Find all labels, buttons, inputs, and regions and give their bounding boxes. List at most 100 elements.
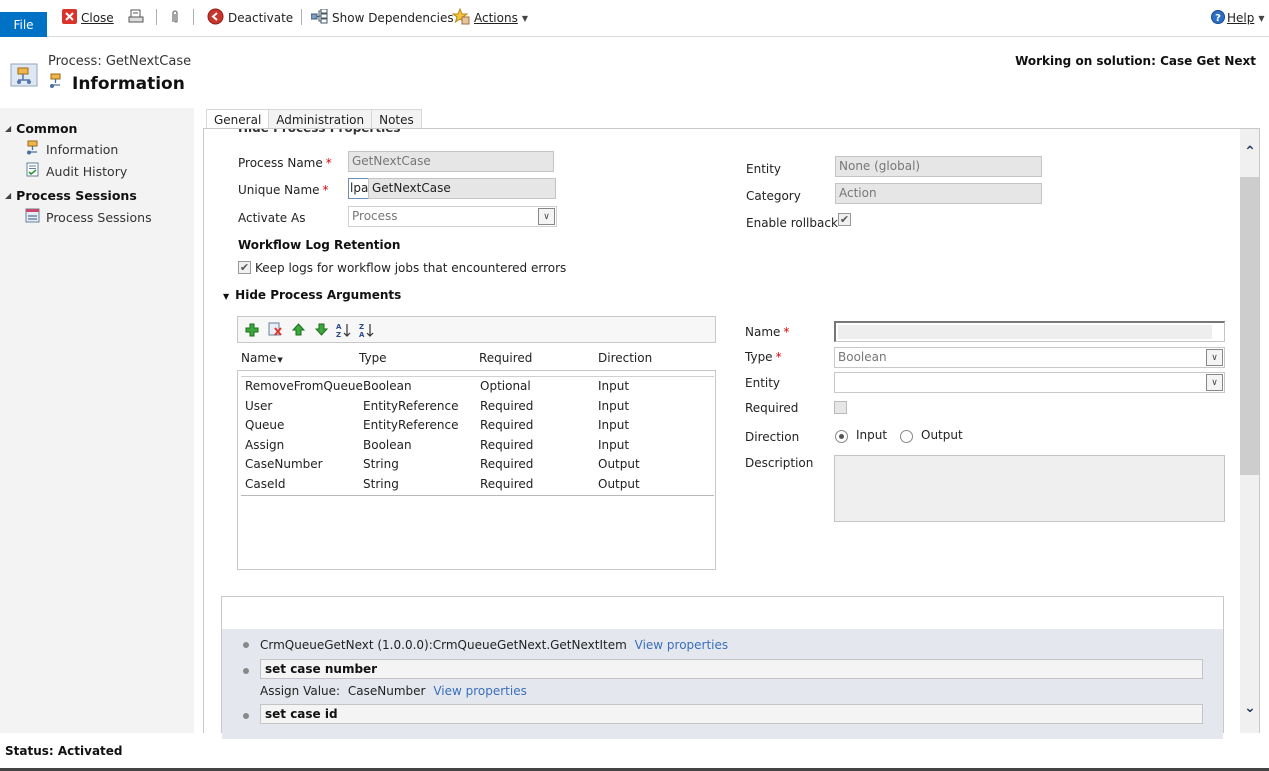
process-arguments-title: Hide Process Arguments	[235, 288, 402, 302]
direction-output-label: Output	[921, 428, 963, 442]
view-properties-link[interactable]: View properties	[433, 684, 527, 698]
process-sessions-icon	[25, 208, 40, 226]
add-argument-icon[interactable]	[244, 322, 260, 338]
arg-entity-select[interactable]: ∨	[834, 372, 1225, 393]
tab-general[interactable]: General	[206, 109, 270, 129]
deactivate-button[interactable]: Deactivate	[207, 8, 293, 28]
vertical-scrollbar[interactable]: ⌃ ⌄	[1240, 129, 1259, 733]
cell-type: String	[363, 457, 399, 471]
activate-as-value: Process	[352, 209, 398, 223]
close-button[interactable]: Close	[62, 8, 114, 28]
arg-description-textarea[interactable]	[834, 455, 1225, 522]
scroll-down-icon[interactable]: ⌄	[1243, 701, 1257, 715]
form-tabs: General Administration Notes	[206, 109, 422, 129]
show-dependencies-button[interactable]: Show Dependencies	[310, 8, 454, 28]
column-header-required[interactable]: Required	[479, 351, 532, 365]
print-icon	[128, 9, 144, 27]
arguments-toolbar: AZ ZA	[237, 316, 716, 343]
enable-rollback-checkbox[interactable]: ✔	[838, 213, 851, 226]
move-up-icon[interactable]	[290, 322, 306, 338]
scroll-up-icon[interactable]: ⌃	[1243, 145, 1257, 159]
step-get-next-item: CrmQueueGetNext (1.0.0.0):CrmQueueGetNex…	[260, 638, 728, 652]
table-row[interactable]: Queue EntityReference Required Input	[241, 416, 714, 436]
sort-ascending-icon[interactable]: AZ	[336, 322, 352, 338]
cell-direction: Output	[598, 457, 640, 471]
page-title: Information	[48, 73, 185, 94]
arg-name-input[interactable]	[834, 321, 1225, 342]
separator	[301, 9, 302, 25]
chevron-down-icon: ▼	[521, 13, 528, 23]
svg-text:A: A	[336, 323, 342, 331]
unique-name-field[interactable]: GetNextCase	[368, 178, 556, 199]
assign-value: CaseNumber	[347, 684, 426, 698]
arg-type-select[interactable]: Boolean ∨	[834, 347, 1225, 368]
print-button[interactable]	[128, 8, 148, 28]
direction-output-radio[interactable]	[900, 430, 913, 443]
actions-label: Actions	[474, 11, 518, 25]
file-button[interactable]: File	[0, 12, 47, 37]
step-set-case-id[interactable]: set case id	[260, 704, 1203, 724]
delete-argument-icon[interactable]	[267, 322, 283, 338]
cell-type: Boolean	[363, 379, 412, 393]
svg-text:Z: Z	[359, 323, 364, 331]
enable-rollback-label: Enable rollback	[746, 216, 838, 230]
process-properties-section-title[interactable]: Hide Process Properties	[238, 129, 400, 135]
table-row[interactable]: CaseNumber String Required Output	[241, 455, 714, 475]
category-label: Category	[746, 189, 801, 203]
column-header-type[interactable]: Type	[359, 351, 387, 365]
cell-name: User	[245, 398, 273, 413]
keep-logs-label: Keep logs for workflow jobs that encount…	[255, 261, 567, 275]
cell-type: EntityReference	[363, 418, 459, 432]
nav-group-common[interactable]: ◢ Common	[5, 121, 77, 136]
step-set-case-number[interactable]: set case number	[260, 659, 1203, 679]
column-header-direction[interactable]: Direction	[598, 351, 652, 365]
actions-button[interactable]: Actions ▼	[451, 7, 528, 28]
process-name-label: Process Name *	[238, 156, 332, 170]
nav-group-process-sessions[interactable]: ◢ Process Sessions	[5, 188, 137, 203]
table-row[interactable]: User EntityReference Required Input	[241, 397, 714, 417]
required-indicator: *	[325, 156, 332, 170]
category-field[interactable]: Action	[835, 183, 1042, 204]
unique-name-prefix[interactable]: lpa_	[348, 178, 369, 199]
tab-administration[interactable]: Administration	[268, 109, 373, 129]
column-header-name[interactable]: Name▼	[241, 351, 283, 365]
tab-notes[interactable]: Notes	[371, 109, 422, 129]
chevron-down-icon: ▼	[1258, 13, 1265, 23]
cell-name: Assign	[245, 437, 285, 452]
cell-type: Boolean	[363, 437, 412, 452]
nav-item-audit-history[interactable]: Audit History	[25, 162, 127, 180]
direction-input-radio[interactable]	[835, 430, 848, 443]
table-row[interactable]: Assign Boolean Required Input	[241, 436, 714, 456]
arg-required-checkbox[interactable]	[834, 401, 847, 414]
move-down-icon[interactable]	[313, 322, 329, 338]
audit-history-icon	[25, 162, 40, 180]
sort-descending-icon[interactable]: ZA	[359, 322, 375, 338]
close-label: Close	[81, 11, 114, 25]
help-button[interactable]: ? Help ▼	[1211, 8, 1265, 28]
chevron-down-icon[interactable]: ∨	[1206, 349, 1223, 366]
process-name-field[interactable]: GetNextCase	[348, 151, 554, 172]
chevron-down-icon[interactable]: ∨	[1206, 374, 1223, 391]
assign-value-label: Assign Value:	[260, 684, 341, 698]
view-properties-link[interactable]: View properties	[635, 638, 729, 652]
arg-type-label: Type *	[745, 350, 782, 364]
nav-item-process-sessions[interactable]: Process Sessions	[25, 208, 152, 226]
chevron-down-icon[interactable]: ∨	[538, 208, 555, 225]
process-arguments-section-toggle[interactable]: ▼ Hide Process Arguments	[223, 288, 401, 302]
entity-field[interactable]: None (global)	[835, 156, 1042, 177]
nav-item-information[interactable]: Information	[25, 140, 118, 158]
attach-button[interactable]	[170, 8, 184, 28]
record-type-subtitle: Process: GetNextCase	[48, 54, 192, 69]
nav-item-label: Process Sessions	[46, 209, 152, 225]
table-row[interactable]: CaseId String Required Output	[241, 475, 714, 495]
activate-as-select[interactable]: Process ∨	[348, 206, 557, 227]
keep-logs-checkbox[interactable]: ✔	[238, 261, 251, 274]
deactivate-icon	[207, 8, 224, 28]
scrollbar-thumb[interactable]	[1240, 177, 1259, 475]
cell-name: Queue	[245, 418, 285, 432]
process-steps-panel: CrmQueueGetNext (1.0.0.0):CrmQueueGetNex…	[221, 596, 1224, 739]
dependencies-icon	[310, 8, 328, 27]
svg-text:A: A	[359, 331, 365, 338]
expand-triangle-icon: ▼	[223, 292, 230, 301]
table-row[interactable]: RemoveFromQueue Boolean Optional Input	[241, 377, 714, 397]
